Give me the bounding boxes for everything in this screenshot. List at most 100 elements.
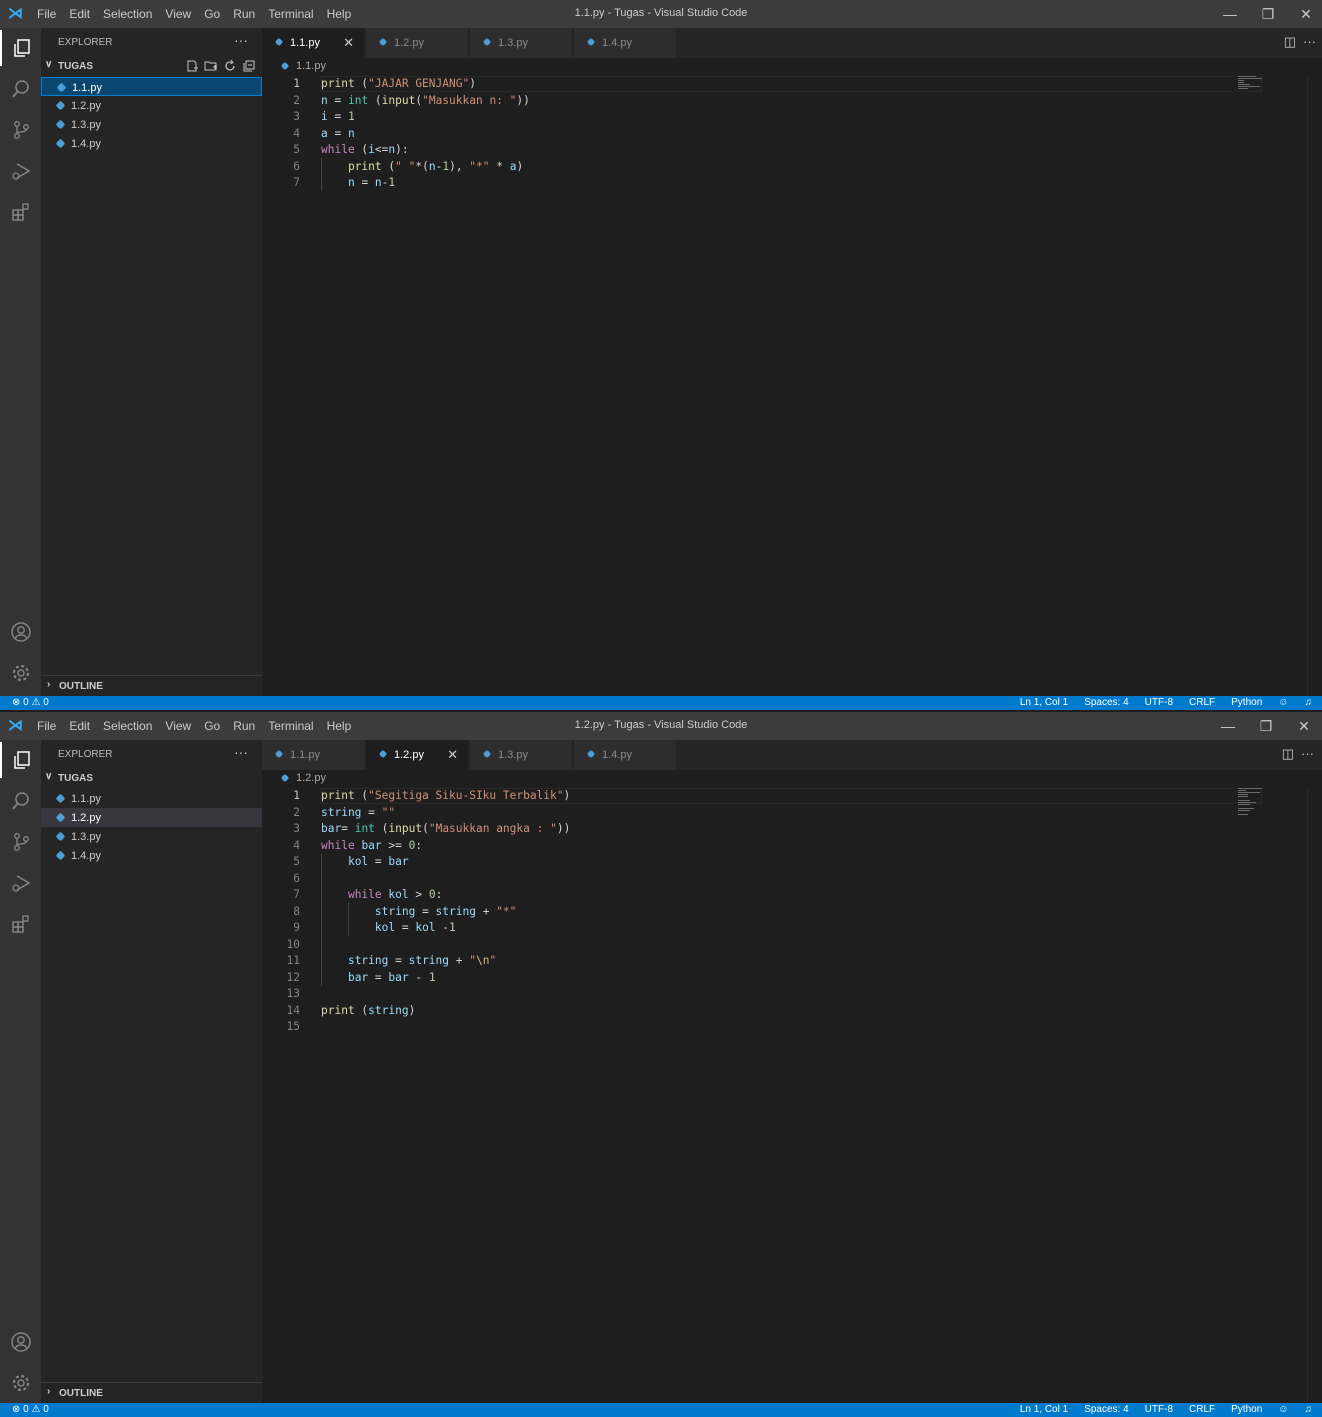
run-debug-icon[interactable] — [0, 865, 41, 901]
menu-help[interactable]: Help — [327, 7, 352, 21]
python-file-icon — [56, 82, 67, 93]
feedback-icon[interactable]: ☺ — [1278, 1404, 1288, 1415]
menu-view[interactable]: View — [165, 719, 191, 733]
menu-selection[interactable]: Selection — [103, 7, 152, 21]
run-debug-icon[interactable] — [0, 153, 41, 189]
more-actions-icon[interactable]: ··· — [234, 744, 248, 760]
close-icon[interactable]: ✕ — [447, 747, 458, 763]
menu-help[interactable]: Help — [327, 719, 352, 733]
code-editor[interactable]: 1 print ("JAJAR GENJANG") 2 n = int (input… — [262, 76, 1322, 696]
minimap[interactable] — [1238, 788, 1262, 816]
close-window-button[interactable]: ✕ — [1286, 0, 1322, 28]
language-mode[interactable]: Python — [1231, 1404, 1262, 1415]
tab-1-2[interactable]: 1.2.py ✕ — [366, 740, 469, 770]
collapse-all-icon[interactable] — [242, 59, 256, 73]
new-folder-icon[interactable] — [204, 59, 218, 73]
indentation[interactable]: Spaces: 4 — [1084, 697, 1128, 708]
more-actions-icon[interactable]: ··· — [1301, 740, 1314, 770]
file-item-1-3[interactable]: 1.3.py — [41, 827, 262, 846]
tab-1-1[interactable]: 1.1.py ✕ — [262, 28, 365, 58]
minimize-button[interactable]: — — [1210, 0, 1250, 28]
file-item-1-2[interactable]: 1.2.py — [41, 96, 262, 115]
vertical-scrollbar[interactable] — [1307, 788, 1322, 1403]
search-icon[interactable] — [0, 783, 41, 819]
outline-label: OUTLINE — [59, 1388, 103, 1399]
menu-terminal[interactable]: Terminal — [268, 7, 313, 21]
tab-1-1[interactable]: 1.1.py — [262, 740, 365, 770]
cursor-position[interactable]: Ln 1, Col 1 — [1020, 697, 1068, 708]
file-item-1-1[interactable]: 1.1.py — [41, 789, 262, 808]
refresh-icon[interactable] — [223, 59, 237, 73]
vertical-scrollbar[interactable] — [1307, 76, 1322, 696]
extensions-icon[interactable] — [0, 906, 41, 942]
outline-section-header[interactable]: › OUTLINE — [41, 675, 262, 696]
more-actions-icon[interactable]: ··· — [234, 32, 248, 48]
code-editor[interactable]: 1 print ("Segitiga Siku-SIku Terbalik") 2… — [262, 788, 1322, 1403]
menu-file[interactable]: File — [37, 719, 56, 733]
chevron-down-icon: ∨ — [45, 771, 53, 782]
tab-1-3[interactable]: 1.3.py — [470, 28, 573, 58]
folder-section-header[interactable]: ∨ TUGAS — [41, 770, 262, 788]
cursor-position[interactable]: Ln 1, Col 1 — [1020, 1404, 1068, 1415]
menu-file[interactable]: File — [37, 7, 56, 21]
menu-selection[interactable]: Selection — [103, 719, 152, 733]
files-icon[interactable] — [0, 742, 41, 778]
new-file-icon[interactable] — [185, 59, 199, 73]
menu-run[interactable]: Run — [233, 719, 255, 733]
folder-section-header[interactable]: ∨ TUGAS — [41, 58, 262, 76]
menu-terminal[interactable]: Terminal — [268, 719, 313, 733]
gear-icon[interactable] — [0, 655, 41, 691]
minimize-button[interactable]: — — [1208, 712, 1248, 740]
tab-1-3[interactable]: 1.3.py — [470, 740, 573, 770]
menu-go[interactable]: Go — [204, 719, 220, 733]
indentation[interactable]: Spaces: 4 — [1084, 1404, 1128, 1415]
line-number: 7 — [293, 176, 300, 189]
file-item-1-4[interactable]: 1.4.py — [41, 134, 262, 153]
menu-edit[interactable]: Edit — [69, 7, 90, 21]
minimap[interactable] — [1238, 76, 1262, 90]
bell-icon[interactable]: ♫ — [1305, 1404, 1313, 1415]
python-file-icon — [55, 793, 66, 804]
line-number: 12 — [286, 970, 300, 984]
tab-1-4[interactable]: 1.4.py — [574, 28, 677, 58]
menu-edit[interactable]: Edit — [69, 719, 90, 733]
encoding[interactable]: UTF-8 — [1145, 1404, 1173, 1415]
menu-run[interactable]: Run — [233, 7, 255, 21]
file-item-1-4[interactable]: 1.4.py — [41, 846, 262, 865]
code-line: a = n — [321, 126, 355, 140]
bell-icon[interactable]: ♫ — [1305, 697, 1313, 708]
account-icon[interactable] — [0, 614, 41, 650]
restore-button[interactable]: ❐ — [1246, 712, 1286, 740]
menu-view[interactable]: View — [165, 7, 191, 21]
problems-indicator[interactable]: ⊗ 0 ⚠ 0 — [12, 1404, 49, 1415]
outline-section-header[interactable]: › OUTLINE — [41, 1382, 262, 1403]
problems-indicator[interactable]: ⊗ 0 ⚠ 0 — [12, 697, 49, 708]
source-control-icon[interactable] — [0, 824, 41, 860]
file-item-1-2[interactable]: 1.2.py — [41, 808, 262, 827]
tab-1-4[interactable]: 1.4.py — [574, 740, 677, 770]
close-window-button[interactable]: ✕ — [1284, 712, 1322, 740]
breadcrumb[interactable]: 1.2.py — [262, 770, 1322, 788]
menu-go[interactable]: Go — [204, 7, 220, 21]
line-number: 11 — [286, 954, 300, 967]
feedback-icon[interactable]: ☺ — [1278, 697, 1288, 708]
extensions-icon[interactable] — [0, 194, 41, 230]
restore-button[interactable]: ❐ — [1248, 0, 1288, 28]
encoding[interactable]: UTF-8 — [1145, 697, 1173, 708]
search-icon[interactable] — [0, 71, 41, 107]
language-mode[interactable]: Python — [1231, 697, 1262, 708]
breadcrumb[interactable]: 1.1.py — [262, 58, 1322, 76]
split-editor-icon[interactable]: ◫ — [1282, 740, 1294, 770]
more-actions-icon[interactable]: ··· — [1303, 28, 1316, 58]
close-icon[interactable]: ✕ — [343, 35, 354, 51]
account-icon[interactable] — [0, 1324, 41, 1360]
source-control-icon[interactable] — [0, 112, 41, 148]
file-item-1-3[interactable]: 1.3.py — [41, 115, 262, 134]
line-endings[interactable]: CRLF — [1189, 697, 1215, 708]
split-editor-icon[interactable]: ◫ — [1284, 28, 1296, 58]
files-icon[interactable] — [0, 30, 41, 66]
gear-icon[interactable] — [0, 1365, 41, 1401]
file-item-1-1[interactable]: 1.1.py — [41, 77, 262, 96]
tab-1-2[interactable]: 1.2.py — [366, 28, 469, 58]
line-endings[interactable]: CRLF — [1189, 1404, 1215, 1415]
